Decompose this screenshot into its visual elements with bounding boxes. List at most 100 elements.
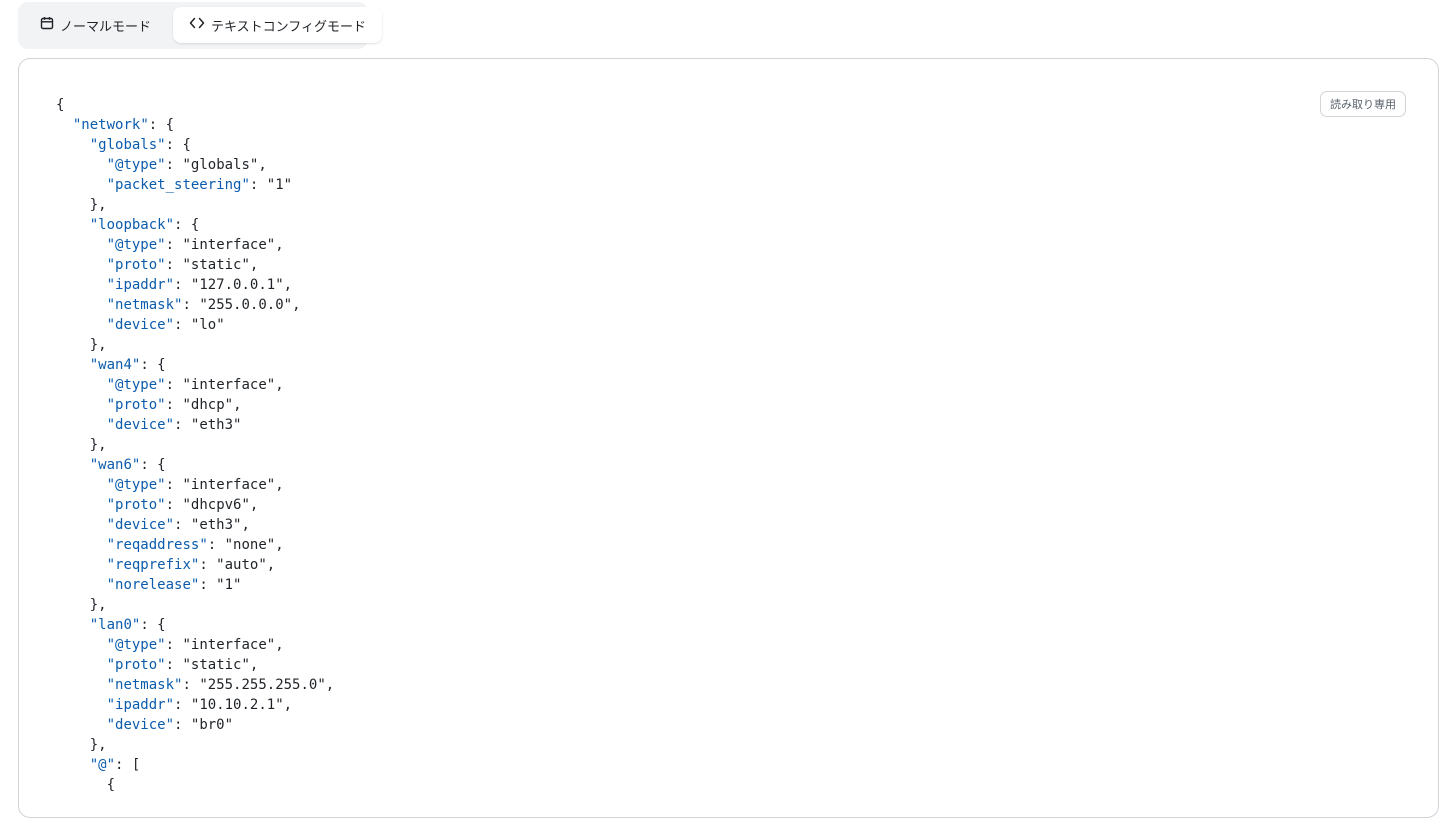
quote: "	[266, 237, 276, 253]
json-key: netmask	[115, 677, 175, 693]
json-key: @	[98, 757, 107, 773]
quote: "	[233, 577, 242, 593]
config-text-editor[interactable]: 読み取り専用 { "network": { "globals": { "@typ…	[18, 58, 1439, 818]
json-punctuation: ,	[258, 157, 267, 173]
json-value: 1	[224, 577, 234, 593]
json-punctuation: },	[89, 197, 107, 213]
quote: "	[317, 677, 326, 693]
quote: "	[165, 717, 175, 733]
json-key: @type	[115, 637, 158, 653]
json-punctuation: : {	[148, 117, 175, 133]
json-value: interface	[190, 477, 267, 493]
quote: "	[182, 477, 191, 493]
code-line: "reqaddress": "none",	[56, 535, 334, 555]
colon: :	[174, 317, 191, 333]
json-punctuation: : [	[115, 757, 141, 773]
json-punctuation: {	[106, 777, 116, 793]
json-key: proto	[115, 657, 158, 673]
code-line: },	[56, 595, 334, 615]
code-line: "device": "br0"	[56, 715, 334, 735]
colon: :	[165, 237, 183, 253]
colon: :	[165, 497, 183, 513]
quote: "	[182, 257, 191, 273]
quote: "	[157, 257, 166, 273]
quote: "	[216, 557, 225, 573]
tab-normal-mode[interactable]: ノーマルモード	[24, 7, 167, 43]
quote: "	[157, 477, 166, 493]
quote: "	[182, 377, 191, 393]
json-punctuation: {	[56, 97, 65, 113]
quote: "	[266, 377, 276, 393]
code-line: "wan4": {	[56, 355, 334, 375]
json-punctuation: },	[89, 597, 107, 613]
quote: "	[266, 637, 276, 653]
json-punctuation: },	[89, 337, 107, 353]
quote: "	[140, 117, 149, 133]
quote: "	[216, 577, 225, 593]
quote: "	[89, 617, 99, 633]
quote: "	[283, 297, 293, 313]
json-punctuation: ,	[275, 477, 284, 493]
code-line: "ipaddr": "10.10.2.1",	[56, 695, 334, 715]
quote: "	[106, 557, 116, 573]
quote: "	[224, 397, 234, 413]
colon: :	[165, 477, 183, 493]
json-punctuation: ,	[233, 397, 242, 413]
code-line: "proto": "static",	[56, 655, 334, 675]
quote: "	[106, 177, 116, 193]
json-punctuation: },	[89, 737, 107, 753]
colon: :	[174, 517, 191, 533]
code-line: "wan6": {	[56, 455, 334, 475]
quote: "	[199, 677, 208, 693]
quote: "	[106, 757, 116, 773]
tab-text-config-mode-label: テキストコンフィグモード	[211, 19, 366, 35]
quote: "	[165, 517, 175, 533]
quote: "	[199, 537, 208, 553]
json-key: @type	[115, 477, 158, 493]
code-line: "lan0": {	[56, 615, 334, 635]
json-punctuation: : {	[140, 457, 166, 473]
quote: "	[165, 277, 175, 293]
json-key: device	[115, 317, 166, 333]
code-line: {	[56, 95, 334, 115]
quote: "	[106, 397, 116, 413]
json-key: reqprefix	[115, 557, 191, 573]
quote: "	[157, 497, 166, 513]
quote: "	[241, 257, 250, 273]
json-value: 255.0.0.0	[207, 297, 284, 313]
quote: "	[165, 317, 175, 333]
code-line: "globals": {	[56, 135, 334, 155]
json-value: interface	[190, 637, 267, 653]
json-key: device	[115, 717, 166, 733]
quote: "	[216, 317, 225, 333]
code-line: "@type": "globals",	[56, 155, 334, 175]
json-value: auto	[224, 557, 259, 573]
colon: :	[165, 637, 183, 653]
quote: "	[241, 177, 250, 193]
quote: "	[157, 657, 166, 673]
json-punctuation: : {	[140, 617, 166, 633]
json-punctuation: ,	[249, 657, 259, 673]
quote: "	[182, 237, 191, 253]
json-punctuation: ,	[275, 637, 284, 653]
code-line: "network": {	[56, 115, 334, 135]
quote: "	[106, 657, 116, 673]
code-line: {	[56, 775, 334, 795]
quote: "	[157, 637, 166, 653]
quote: "	[106, 497, 116, 513]
code-line: },	[56, 335, 334, 355]
tab-text-config-mode[interactable]: テキストコンフィグモード	[173, 7, 382, 43]
quote: "	[157, 377, 166, 393]
colon: :	[199, 577, 217, 593]
mode-switcher: ノーマルモード テキストコンフィグモード	[18, 2, 382, 49]
quote: "	[258, 557, 267, 573]
json-punctuation: : {	[165, 137, 191, 153]
code-line: "reqprefix": "auto",	[56, 555, 334, 575]
json-value: 127.0.0.1	[199, 277, 276, 293]
quote: "	[106, 257, 116, 273]
json-value: 255.255.255.0	[207, 677, 318, 693]
json-value: none	[233, 537, 267, 553]
colon: :	[165, 157, 183, 173]
json-value: static	[190, 657, 242, 673]
quote: "	[182, 397, 191, 413]
